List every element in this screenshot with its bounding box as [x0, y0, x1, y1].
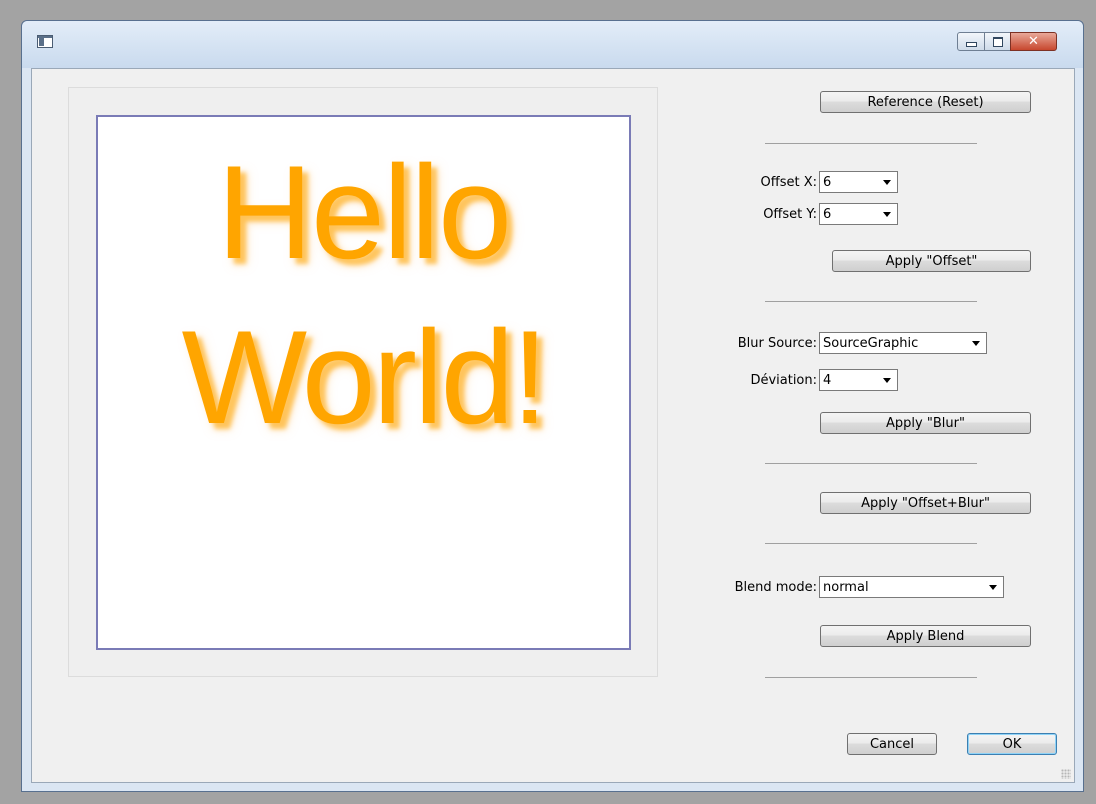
separator-1: [765, 143, 977, 144]
minimize-icon: [965, 42, 977, 47]
preview-text-line2: World!: [181, 304, 549, 452]
offset-x-label: Offset X:: [760, 175, 817, 190]
dropdown-arrow-icon: [972, 341, 980, 346]
separator-4: [765, 543, 977, 544]
blend-mode-label: Blend mode:: [734, 580, 817, 595]
deviation-value: 4: [823, 372, 832, 388]
apply-offset-button[interactable]: Apply "Offset": [832, 250, 1031, 272]
offset-x-select[interactable]: 6: [819, 171, 898, 193]
blend-mode-select[interactable]: normal: [819, 576, 1004, 598]
dropdown-arrow-icon: [989, 585, 997, 590]
dropdown-arrow-icon: [883, 378, 891, 383]
blur-source-label: Blur Source:: [737, 336, 817, 351]
cancel-button[interactable]: Cancel: [847, 733, 937, 755]
dialog-client-area: Hello World! Reference (Reset) Offset X:…: [31, 68, 1075, 783]
preview-frame: Hello World!: [68, 87, 658, 677]
apply-blend-button[interactable]: Apply Blend: [820, 625, 1031, 647]
apply-blur-button[interactable]: Apply "Blur": [820, 412, 1031, 434]
preview-text-line1: Hello: [216, 139, 512, 287]
preview-canvas: Hello World!: [96, 115, 631, 650]
maximize-button[interactable]: [984, 32, 1011, 51]
offset-y-label: Offset Y:: [763, 207, 817, 222]
close-icon: ✕: [1028, 34, 1039, 49]
separator-2: [765, 301, 977, 302]
offset-y-select[interactable]: 6: [819, 203, 898, 225]
title-bar[interactable]: ✕: [22, 21, 1083, 68]
blend-mode-value: normal: [823, 579, 869, 595]
app-icon[interactable]: [37, 35, 53, 48]
ok-button[interactable]: OK: [967, 733, 1057, 755]
dropdown-arrow-icon: [883, 180, 891, 185]
minimize-button[interactable]: [957, 32, 985, 51]
deviation-label: Déviation:: [750, 373, 817, 388]
deviation-select[interactable]: 4: [819, 369, 898, 391]
blur-source-select[interactable]: SourceGraphic: [819, 332, 987, 354]
dialog-window: ✕ Hello World! Reference (Reset) Offset …: [21, 20, 1084, 792]
offset-x-value: 6: [823, 174, 832, 190]
resize-grip-icon[interactable]: [1061, 769, 1071, 779]
apply-offset-blur-button[interactable]: Apply "Offset+Blur": [820, 492, 1031, 514]
offset-y-value: 6: [823, 206, 832, 222]
dropdown-arrow-icon: [883, 212, 891, 217]
blur-source-value: SourceGraphic: [823, 335, 919, 351]
reference-reset-button[interactable]: Reference (Reset): [820, 91, 1031, 113]
separator-3: [765, 463, 977, 464]
maximize-icon: [992, 36, 1003, 47]
separator-5: [765, 677, 977, 678]
close-button[interactable]: ✕: [1010, 32, 1057, 51]
